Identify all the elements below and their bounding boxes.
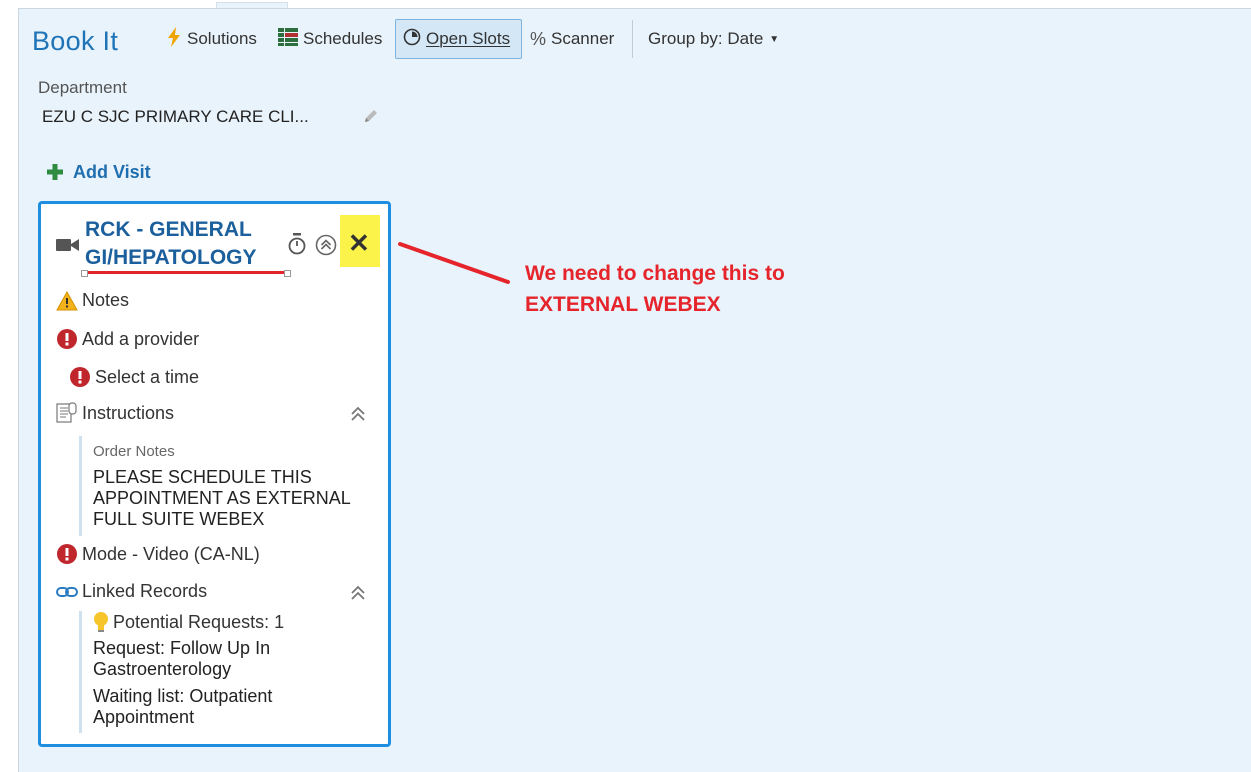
annotation-line1: We need to change this to [525,262,785,285]
annotation-text: We need to change this to EXTERNAL WEBEX [525,258,785,320]
annotation-line2: EXTERNAL WEBEX [525,293,721,316]
red-arrow-annotation [398,242,510,284]
